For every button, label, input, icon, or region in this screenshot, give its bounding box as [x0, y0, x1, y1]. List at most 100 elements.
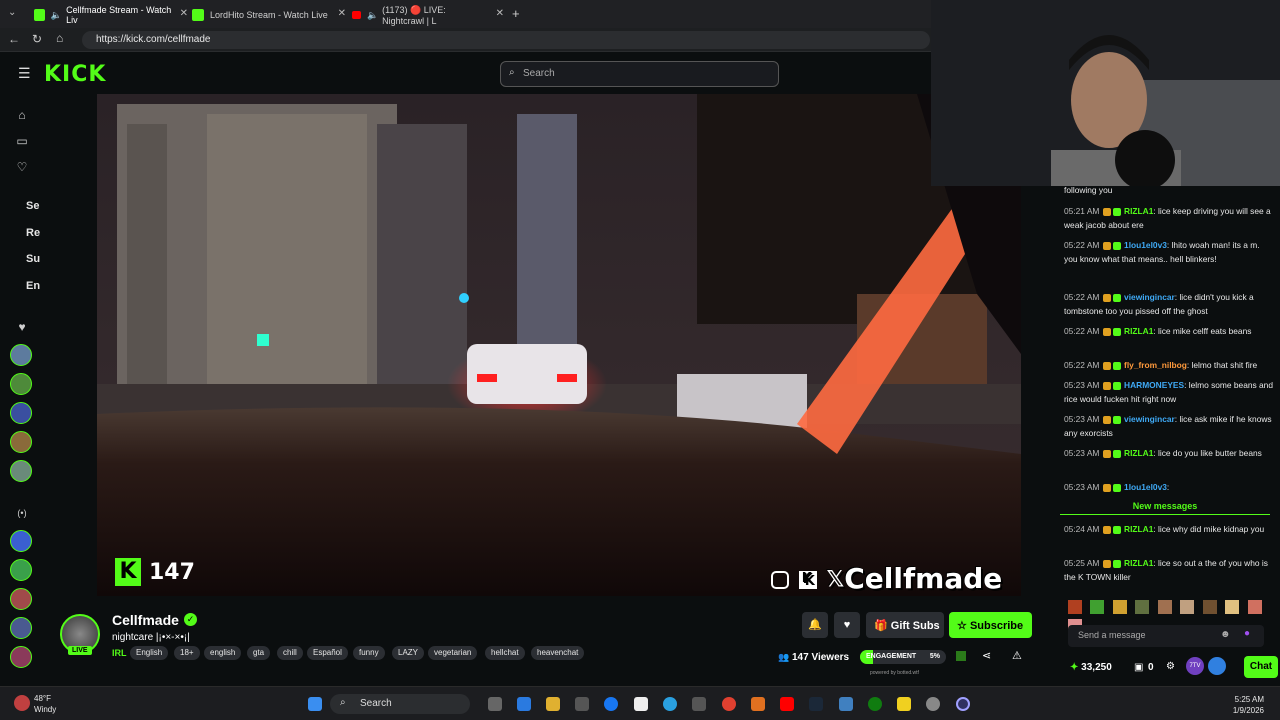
youtube-icon[interactable]	[780, 697, 794, 711]
emote-icon[interactable]	[1202, 600, 1217, 614]
sidebar-label-1[interactable]: Re	[26, 227, 40, 239]
edge-icon[interactable]	[663, 697, 677, 711]
followed-channel-avatar[interactable]	[10, 344, 32, 366]
share-icon[interactable]: ⋖	[982, 649, 991, 662]
emote-icon[interactable]	[1090, 600, 1105, 614]
followed-channel-avatar[interactable]	[10, 460, 32, 482]
extension-7tv-icon[interactable]: 7TV	[1186, 657, 1204, 675]
back-arrow-icon[interactable]: ←	[8, 32, 20, 46]
copilot-icon[interactable]	[517, 697, 531, 711]
gift-box-icon[interactable]: ▣	[1134, 662, 1143, 673]
emote-icon[interactable]	[1180, 600, 1195, 614]
settings-gear-icon[interactable]: ⚙	[1166, 661, 1175, 672]
tab-cellfmade[interactable]: 🔈 Cellfmade Stream - Watch Liv ✕	[34, 4, 188, 26]
tag[interactable]: 18+	[174, 646, 200, 660]
tag[interactable]: LAZY	[392, 646, 425, 660]
chat-username[interactable]: 1lou1el0v3	[1124, 240, 1167, 250]
chat-username[interactable]: viewingincar	[1124, 414, 1175, 424]
emote-icon[interactable]	[1157, 600, 1172, 614]
emote-icon[interactable]	[1225, 600, 1240, 614]
chat-username[interactable]: RIZLA1	[1124, 558, 1153, 568]
app-icon[interactable]	[839, 697, 853, 711]
tag[interactable]: hellchat	[485, 646, 525, 660]
chat-username[interactable]: 1lou1el0v3	[1124, 482, 1167, 492]
followed-channel-avatar[interactable]	[10, 431, 32, 453]
search-input[interactable]: ⌕ Search	[500, 61, 779, 87]
video-player[interactable]: K 147 K 𝕏Cellfmade	[97, 94, 1021, 596]
taskbar-search[interactable]: ⌕ Search	[330, 694, 470, 714]
tab-nightcrawl[interactable]: 🔈 (1173) 🔴 LIVE: Nightcrawl | L ✕	[352, 4, 504, 26]
notification-bell-icon[interactable]: 🔔	[802, 612, 828, 638]
heart-icon[interactable]: ♡	[14, 160, 30, 176]
chat-username[interactable]: RIZLA1	[1124, 524, 1153, 534]
sidebar-label-3[interactable]: En	[26, 280, 40, 292]
tag[interactable]: heavenchat	[531, 646, 585, 660]
amazon-icon[interactable]	[634, 697, 648, 711]
notes-icon[interactable]	[897, 697, 911, 711]
tag[interactable]: vegetarian	[428, 646, 478, 660]
tab-lordhito[interactable]: LordHito Stream - Watch Live ✕	[192, 4, 346, 26]
recommended-channel-avatar[interactable]	[10, 530, 32, 552]
followed-channel-avatar[interactable]	[10, 402, 32, 424]
send-chat-button[interactable]: Chat	[1244, 656, 1278, 678]
report-flag-icon[interactable]: ⚠	[1012, 649, 1022, 662]
obs-icon[interactable]	[956, 697, 970, 711]
facebook-icon[interactable]	[604, 697, 618, 711]
chat-username[interactable]: HARMONEYES	[1124, 380, 1184, 390]
tag[interactable]: chill	[277, 646, 303, 660]
chat-username[interactable]: RIZLA1	[1124, 206, 1153, 216]
calculator-icon[interactable]	[692, 697, 706, 711]
refresh-icon[interactable]: ↻	[32, 32, 42, 46]
chat-username[interactable]: RIZLA1	[1124, 448, 1153, 458]
browse-icon[interactable]: ▭	[14, 134, 30, 150]
sidebar-label-0[interactable]: Se	[26, 200, 39, 212]
steam-icon[interactable]	[809, 697, 823, 711]
xbox-icon[interactable]	[868, 697, 882, 711]
new-messages-divider[interactable]: New messages	[1060, 501, 1270, 511]
subscribe-button[interactable]: ☆ Subscribe	[949, 612, 1032, 638]
tag[interactable]: gta	[247, 646, 271, 660]
gift-subs-button[interactable]: 🎁 Gift Subs	[866, 612, 944, 638]
weather-widget[interactable]: 48°F Windy	[34, 693, 56, 715]
chat-username[interactable]: fly_from_nilbog	[1124, 360, 1187, 370]
hamburger-menu-icon[interactable]: ☰	[18, 65, 31, 82]
plus-icon[interactable]: +	[512, 6, 520, 21]
tag[interactable]: english	[204, 646, 242, 660]
tag[interactable]: Español	[307, 646, 348, 660]
vlc-icon[interactable]	[751, 697, 765, 711]
follow-heart-icon[interactable]: ♥	[834, 612, 860, 638]
chat-message-input[interactable]: Send a message ☻ ●	[1068, 625, 1264, 647]
tab-list-chevron-icon[interactable]: ⌄	[8, 7, 16, 18]
channel-points[interactable]: ✦ 33,250	[1070, 662, 1112, 673]
chat-username[interactable]: RIZLA1	[1124, 326, 1153, 336]
tag[interactable]: English	[130, 646, 169, 660]
emote-icon[interactable]	[1112, 600, 1127, 614]
recommended-channel-avatar[interactable]	[10, 559, 32, 581]
kick-emote-icon[interactable]: ●	[1244, 628, 1250, 639]
close-tab-icon[interactable]: ✕	[180, 8, 188, 19]
emote-icon[interactable]	[1068, 600, 1082, 614]
close-tab-icon[interactable]: ✕	[338, 8, 346, 19]
stream-category[interactable]: IRL	[112, 648, 127, 658]
app-icon[interactable]	[926, 697, 940, 711]
task-view-icon[interactable]	[488, 697, 502, 711]
chrome-icon[interactable]	[722, 697, 736, 711]
kick-logo[interactable]: KICK	[44, 62, 106, 87]
emote-icon[interactable]	[1247, 600, 1262, 614]
recommended-channel-avatar[interactable]	[10, 588, 32, 610]
close-tab-icon[interactable]: ✕	[496, 8, 504, 19]
followed-channel-avatar[interactable]	[10, 373, 32, 395]
url-field[interactable]: https://kick.com/cellfmade	[82, 31, 930, 49]
tag[interactable]: funny	[353, 646, 385, 660]
emoji-icon[interactable]: ☻	[1220, 629, 1231, 640]
extension-icon[interactable]	[1208, 657, 1226, 675]
home-icon[interactable]: ⌂	[56, 31, 63, 45]
recommended-channel-avatar[interactable]	[10, 646, 32, 668]
chat-username[interactable]: viewingincar	[1124, 292, 1175, 302]
emote-icon[interactable]	[1135, 600, 1150, 614]
store-icon[interactable]	[575, 697, 589, 711]
windows-start-icon[interactable]	[308, 697, 322, 711]
recommended-channel-avatar[interactable]	[10, 617, 32, 639]
file-explorer-icon[interactable]	[546, 697, 560, 711]
home-icon[interactable]: ⌂	[14, 108, 30, 124]
